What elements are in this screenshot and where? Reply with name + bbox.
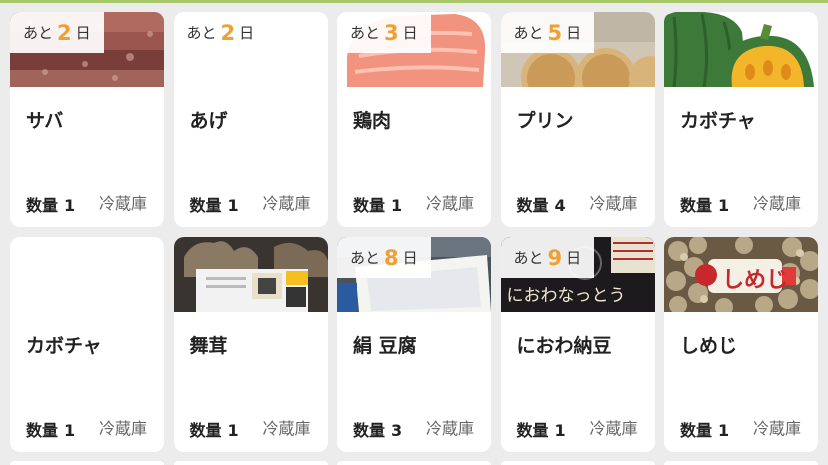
food-name: 絹 豆腐	[353, 335, 417, 357]
card-peek[interactable]	[173, 461, 328, 465]
food-name: サバ	[26, 110, 64, 132]
days-left-badge: あと 2 日	[10, 12, 104, 53]
food-name: あげ	[189, 110, 228, 132]
quantity: 数量 1	[26, 417, 75, 441]
quantity-label: 数量	[516, 421, 549, 440]
shimeji-package-text: しめじ	[722, 268, 789, 293]
pumpkin-illustration	[664, 12, 818, 87]
quantity-value: 1	[391, 196, 403, 215]
maitake-photo	[173, 237, 328, 312]
badge-prefix: あと	[350, 24, 381, 42]
days-left-value: 3	[384, 20, 399, 45]
badge-suffix: 日	[75, 24, 91, 42]
quantity-value: 1	[718, 196, 730, 215]
quantity: 数量 1	[190, 417, 239, 441]
quantity-value: 3	[391, 421, 403, 440]
quantity-label: 数量	[680, 421, 713, 440]
food-name: しめじ	[680, 335, 738, 357]
quantity-label: 数量	[189, 421, 222, 440]
quantity-value: 4	[554, 196, 566, 215]
food-name: カボチャ	[26, 335, 102, 357]
storage-location: 冷蔵庫	[589, 419, 638, 438]
quantity-label: 数量	[680, 196, 713, 215]
food-card[interactable]: あと 2 日 あげ 数量 1 冷蔵庫	[173, 12, 328, 227]
storage-location: 冷蔵庫	[425, 419, 474, 438]
badge-suffix: 日	[239, 24, 255, 42]
days-left-value: 2	[57, 20, 72, 45]
top-accent-bar	[0, 0, 828, 3]
food-card[interactable]: 舞茸 数量 1 冷蔵庫	[173, 237, 328, 452]
quantity: 数量 1	[26, 192, 75, 216]
food-name: 舞茸	[189, 335, 228, 357]
quantity-value: 1	[64, 421, 76, 440]
quantity-value: 1	[64, 196, 76, 215]
storage-location: 冷蔵庫	[752, 419, 801, 438]
badge-suffix: 日	[402, 249, 418, 267]
food-card[interactable]: しめじ しめじ 数量 1 冷蔵庫	[664, 237, 818, 452]
quantity: 数量 1	[353, 192, 402, 216]
food-card[interactable]: あと 3 日 鶏肉 数量 1 冷蔵庫	[337, 12, 491, 227]
storage-location: 冷蔵庫	[752, 194, 801, 213]
badge-prefix: あと	[513, 24, 544, 42]
food-grid: あと 2 日 サバ 数量 1 冷蔵庫 あと 2 日 あげ 数量 1 冷蔵庫 あと 3 日 鶏肉 …	[10, 12, 818, 452]
quantity-label: 数量	[353, 421, 386, 440]
card-peek[interactable]	[664, 461, 818, 465]
food-card[interactable]: におわなっとう あと 9 日 におわ納豆 数量 1 冷蔵庫	[500, 237, 655, 452]
quantity: 数量 3	[353, 417, 402, 441]
storage-location: 冷蔵庫	[98, 419, 147, 438]
quantity: 数量 1	[190, 192, 239, 216]
days-left-value: 5	[547, 20, 563, 45]
quantity-value: 1	[718, 421, 730, 440]
days-left-badge: あと 8 日	[337, 237, 431, 278]
days-left-badge: あと 2 日	[173, 12, 268, 53]
quantity: 数量 1	[680, 417, 729, 441]
food-card[interactable]: あと 8 日 絹 豆腐 数量 3 冷蔵庫	[337, 237, 491, 452]
quantity-label: 数量	[26, 421, 59, 440]
days-left-value: 9	[547, 245, 563, 270]
food-name: 鶏肉	[353, 110, 392, 132]
food-card[interactable]: あと 2 日 サバ 数量 1 冷蔵庫	[10, 12, 164, 227]
quantity-label: 数量	[353, 196, 386, 215]
food-card[interactable]: あと 5 日 プリン 数量 4 冷蔵庫	[500, 12, 655, 227]
badge-suffix: 日	[566, 249, 582, 267]
card-peek[interactable]	[10, 461, 164, 465]
food-name: カボチャ	[680, 110, 756, 132]
food-name: プリン	[516, 110, 574, 132]
days-left-badge: あと 3 日	[337, 12, 431, 53]
food-card[interactable]: カボチャ 数量 1 冷蔵庫	[664, 12, 818, 227]
quantity-label: 数量	[26, 196, 59, 215]
next-row-peek	[10, 461, 818, 465]
storage-location: 冷蔵庫	[98, 194, 147, 213]
storage-location: 冷蔵庫	[589, 194, 638, 213]
quantity: 数量 1	[517, 417, 566, 441]
badge-prefix: あと	[186, 24, 217, 42]
days-left-value: 8	[384, 245, 399, 270]
days-left-badge: あと 9 日	[500, 237, 595, 278]
quantity: 数量 4	[517, 192, 566, 216]
badge-suffix: 日	[402, 24, 418, 42]
badge-prefix: あと	[513, 249, 544, 267]
quantity-value: 1	[554, 421, 566, 440]
quantity-value: 1	[227, 421, 239, 440]
quantity-label: 数量	[516, 196, 549, 215]
shimeji-photo: しめじ	[664, 237, 818, 312]
card-peek[interactable]	[500, 461, 655, 465]
card-peek[interactable]	[337, 461, 491, 465]
badge-prefix: あと	[23, 24, 54, 42]
days-left-badge: あと 5 日	[500, 12, 595, 53]
quantity-label: 数量	[189, 196, 222, 215]
natto-package-text: におわなっとう	[506, 286, 626, 306]
badge-suffix: 日	[566, 24, 582, 42]
quantity-value: 1	[227, 196, 239, 215]
storage-location: 冷蔵庫	[425, 194, 474, 213]
food-card[interactable]: カボチャ 数量 1 冷蔵庫	[10, 237, 164, 452]
days-left-value: 2	[220, 20, 236, 45]
badge-prefix: あと	[350, 249, 381, 267]
storage-location: 冷蔵庫	[262, 419, 311, 438]
quantity: 数量 1	[680, 192, 729, 216]
food-name: におわ納豆	[516, 335, 612, 357]
storage-location: 冷蔵庫	[262, 194, 311, 213]
